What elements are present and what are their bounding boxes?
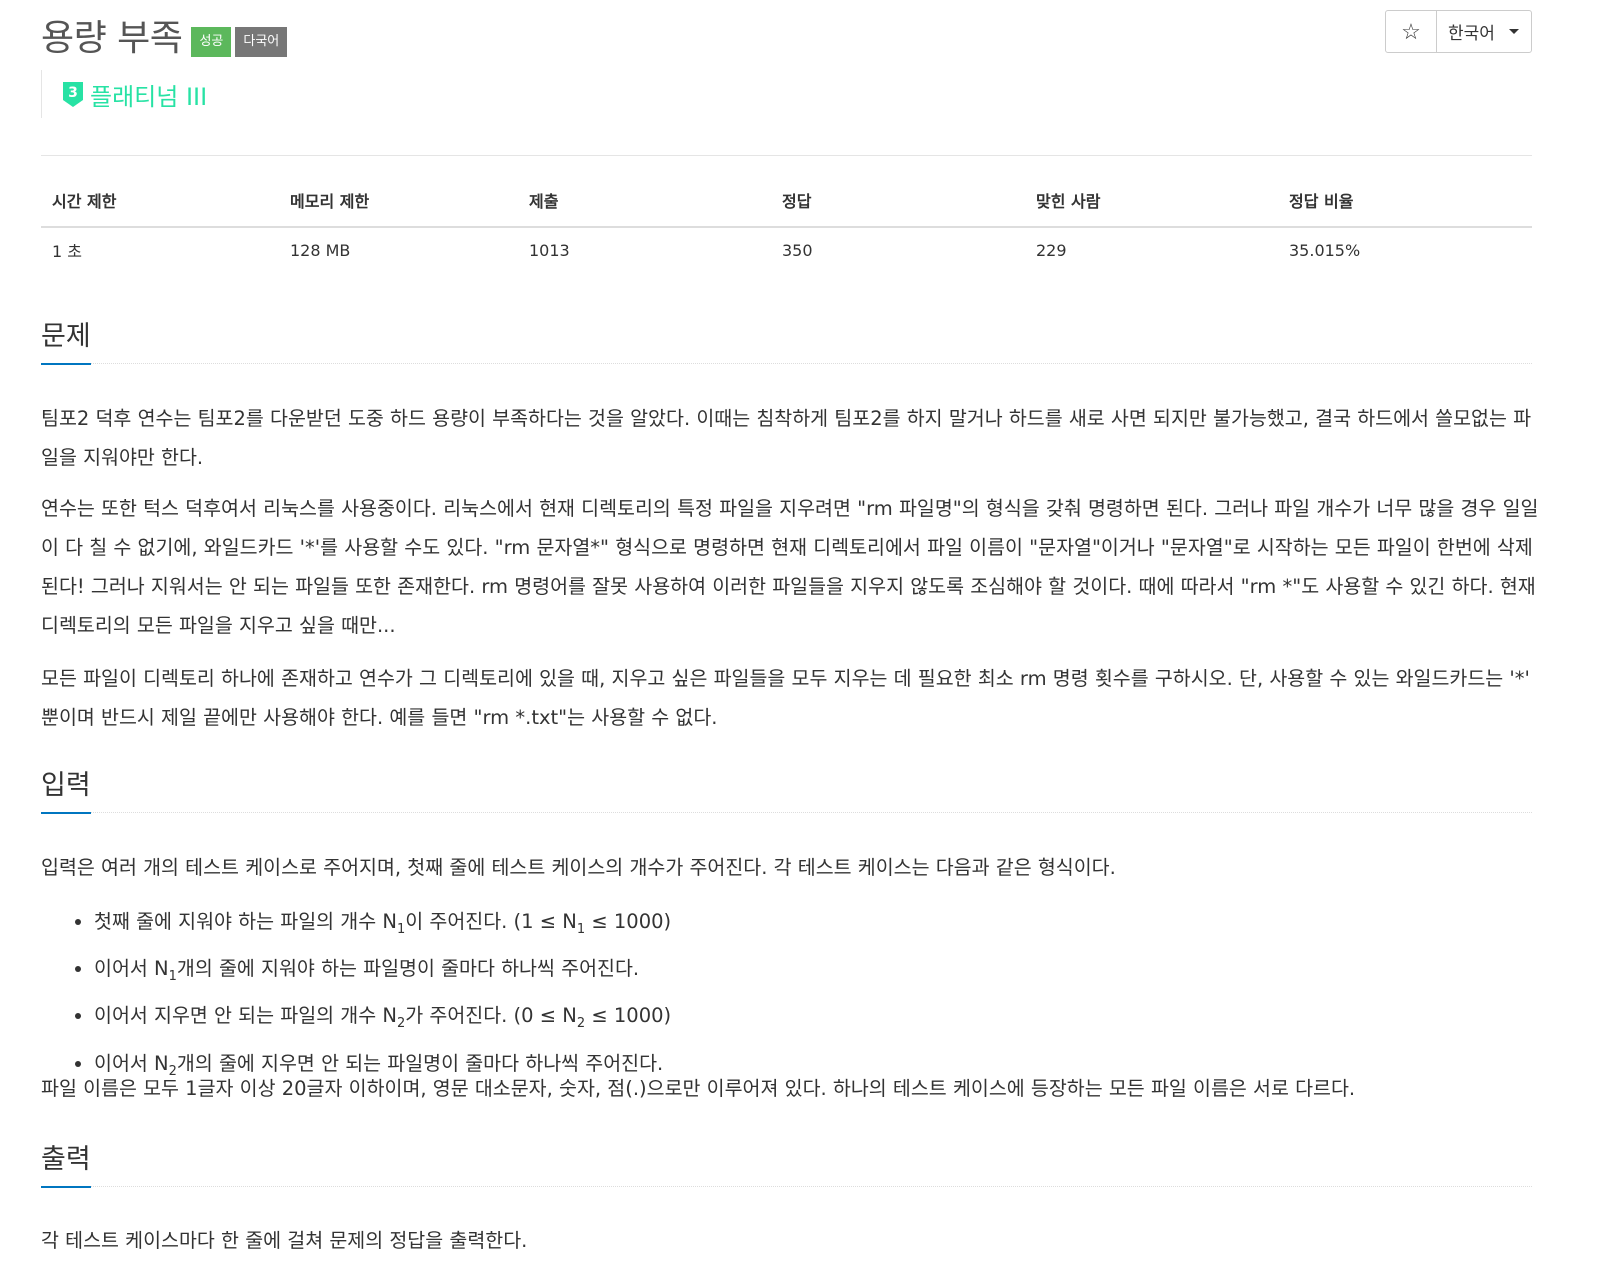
info-value-row: 1 초 128 MB 1013 350 229 35.015%: [41, 227, 1532, 272]
title-controls: ☆ 한국어: [1385, 10, 1532, 53]
list-item: 이어서 N1개의 줄에 지워야 하는 파일명이 줄마다 하나씩 주어진다.: [94, 949, 671, 996]
info-header-row: 시간 제한 메모리 제한 제출 정답 맞힌 사람 정답 비율: [41, 184, 1532, 228]
language-select[interactable]: 한국어: [1436, 10, 1532, 53]
tier-level: 3: [68, 85, 78, 101]
success-badge: 성공: [191, 27, 232, 57]
input-section-header: 입력: [41, 768, 1532, 814]
solvers-header: 맞힌 사람: [1025, 184, 1278, 228]
multilang-badge: 다국어: [235, 27, 288, 57]
tier-label: 3 플래티넘 III: [41, 70, 207, 118]
memory-limit-header: 메모리 제한: [279, 184, 518, 228]
problem-section-header: 문제: [41, 319, 1532, 365]
problem-paragraph: 모든 파일이 디렉토리 하나에 존재하고 연수가 그 디렉토리에 있을 때, 지…: [41, 667, 1530, 729]
list-item: 첫째 줄에 지워야 하는 파일의 개수 N1이 주어진다. (1 ≤ N1 ≤ …: [94, 902, 671, 949]
caret-down-icon: [1509, 29, 1519, 34]
problem-paragraph: 연수는 또한 턱스 덕후여서 리눅스를 사용중이다. 리눅스에서 현재 디렉토리…: [41, 497, 1539, 637]
output-heading: 출력: [41, 1142, 91, 1188]
input-format-list: 첫째 줄에 지워야 하는 파일의 개수 N1이 주어진다. (1 ≤ N1 ≤ …: [41, 902, 671, 1091]
solvers-value: 229: [1036, 240, 1067, 260]
submissions-value: 1013: [529, 240, 570, 260]
ratio-header: 정답 비율: [1278, 184, 1532, 228]
problem-paragraph: 팀포2 덕후 연수는 팀포2를 다운받던 도중 하드 용량이 부족하다는 것을 …: [41, 407, 1532, 469]
language-label: 한국어: [1448, 24, 1495, 44]
input-intro: 입력은 여러 개의 테스트 케이스로 주어지며, 첫째 줄에 테스트 케이스의 …: [41, 856, 1116, 879]
submissions-header: 제출: [518, 184, 771, 228]
problem-title: 용량 부족: [41, 18, 183, 59]
time-limit-value: 1 초: [52, 242, 82, 261]
accepted-value: 350: [782, 240, 813, 260]
problem-heading: 문제: [41, 319, 91, 365]
memory-limit-value: 128 MB: [290, 240, 351, 260]
favorite-button[interactable]: ☆: [1385, 10, 1437, 53]
star-icon: ☆: [1401, 18, 1421, 44]
input-heading: 입력: [41, 768, 91, 814]
time-limit-header: 시간 제한: [41, 184, 279, 228]
header-divider: [41, 155, 1532, 156]
problem-page: 용량 부족 성공 다국어 3 플래티넘 III ☆ 한국어 시간 제한 메모리 …: [0, 0, 1598, 1288]
tier-icon: 3: [63, 82, 83, 107]
accepted-header: 정답: [771, 184, 1025, 228]
title-row: 용량 부족 성공 다국어: [41, 10, 288, 60]
problem-info-table: 시간 제한 메모리 제한 제출 정답 맞힌 사람 정답 비율 1 초 128 M…: [41, 184, 1532, 272]
ratio-value: 35.015%: [1289, 240, 1361, 260]
output-section-header: 출력: [41, 1142, 1532, 1188]
output-text: 각 테스트 케이스마다 한 줄에 걸쳐 문제의 정답을 출력한다.: [41, 1229, 528, 1252]
input-outro: 파일 이름은 모두 1글자 이상 20글자 이하이며, 영문 대소문자, 숫자,…: [41, 1077, 1356, 1100]
list-item: 이어서 지우면 안 되는 파일의 개수 N2가 주어진다. (0 ≤ N2 ≤ …: [94, 996, 671, 1043]
tier-name: 플래티넘 III: [90, 82, 208, 111]
